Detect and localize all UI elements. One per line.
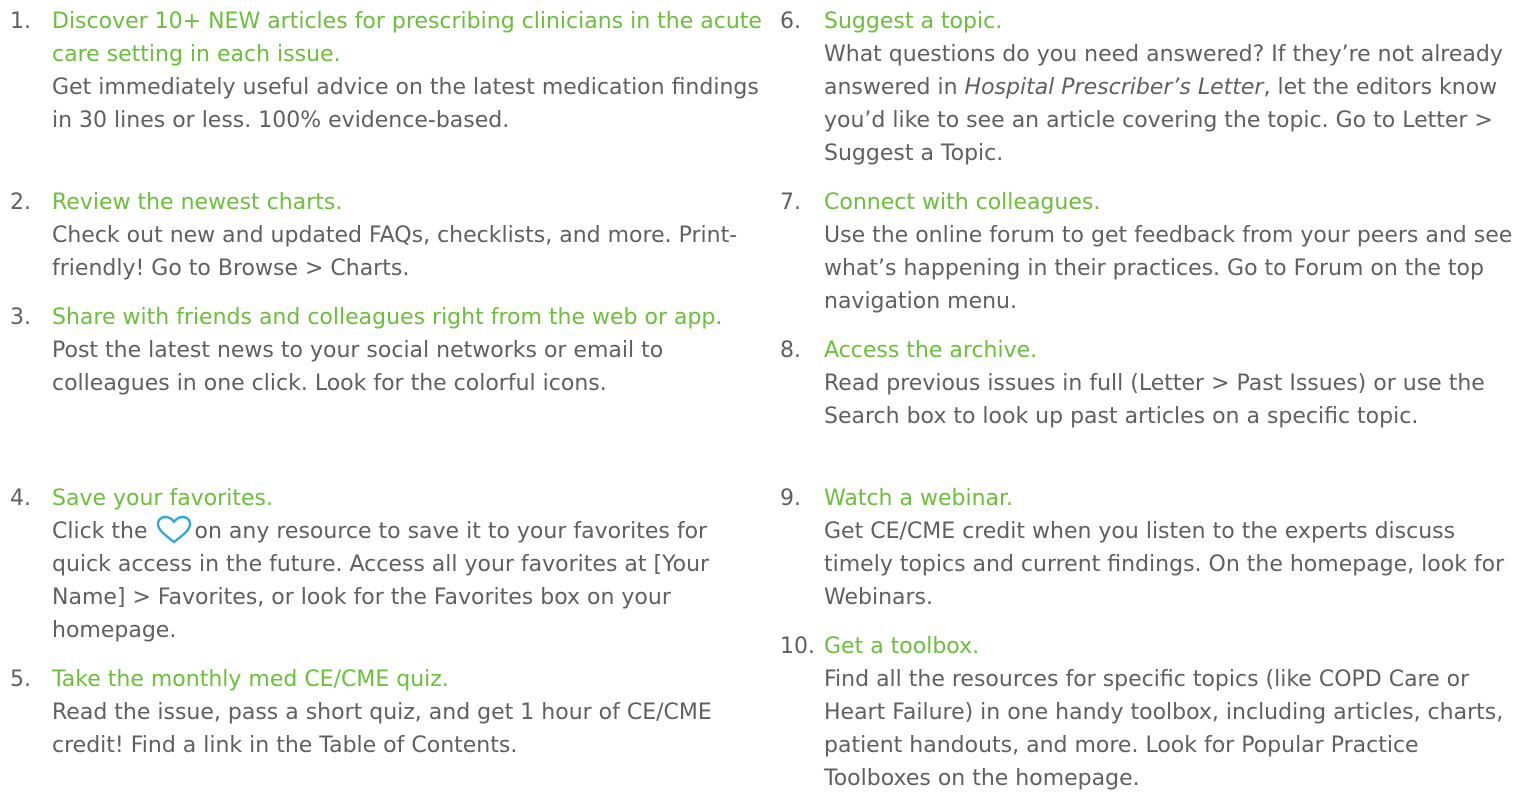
item-description-after: on any resource to save it to your favor… <box>52 519 710 643</box>
item-title: Save your favorites. <box>52 486 273 511</box>
item-description: Get CE/CME credit when you listen to the… <box>824 519 1505 610</box>
item-title: Get a toolbox. <box>824 634 980 659</box>
item-title: Connect with colleagues. <box>824 190 1101 215</box>
item-number: 1. <box>10 9 31 34</box>
publication-name: Hospital Prescriber’s Letter <box>964 75 1264 100</box>
item-description: Post the latest news to your social netw… <box>52 338 664 396</box>
item-number: 9. <box>780 486 801 511</box>
item-title: Access the archive. <box>824 338 1038 363</box>
item-description: What questions do you need answered? If … <box>824 38 1522 170</box>
item-number: 10. <box>780 634 815 659</box>
item-description: Get immediately useful advice on the lat… <box>52 75 759 133</box>
item-description: Read the issue, pass a short quiz, and g… <box>52 700 712 758</box>
item-description: Use the online forum to get feedback fro… <box>824 223 1513 314</box>
item-title: Take the monthly med CE/CME quiz. <box>52 667 449 692</box>
item-description: Find all the resources for specific topi… <box>824 667 1504 791</box>
heart-outline-icon <box>155 515 193 545</box>
item-number: 5. <box>10 667 31 692</box>
item-title: Suggest a topic. <box>824 9 1003 34</box>
item-number: 4. <box>10 486 31 511</box>
item-number: 8. <box>780 338 801 363</box>
item-title: Share with friends and colleagues right … <box>52 305 723 330</box>
item-description: Read previous issues in full (Letter > P… <box>824 371 1485 429</box>
item-description: Check out new and updated FAQs, checklis… <box>52 223 738 281</box>
item-number: 2. <box>10 190 31 215</box>
item-title: Watch a webinar. <box>824 486 1014 511</box>
item-number: 6. <box>780 9 801 34</box>
item-description: Click the on any resource to save it to … <box>52 515 770 647</box>
item-title: Review the newest charts. <box>52 190 343 215</box>
item-title: Discover 10+ NEW articles for prescribin… <box>52 9 762 67</box>
item-number: 3. <box>10 305 31 330</box>
item-description-before: Click the <box>52 519 148 544</box>
item-number: 7. <box>780 190 801 215</box>
